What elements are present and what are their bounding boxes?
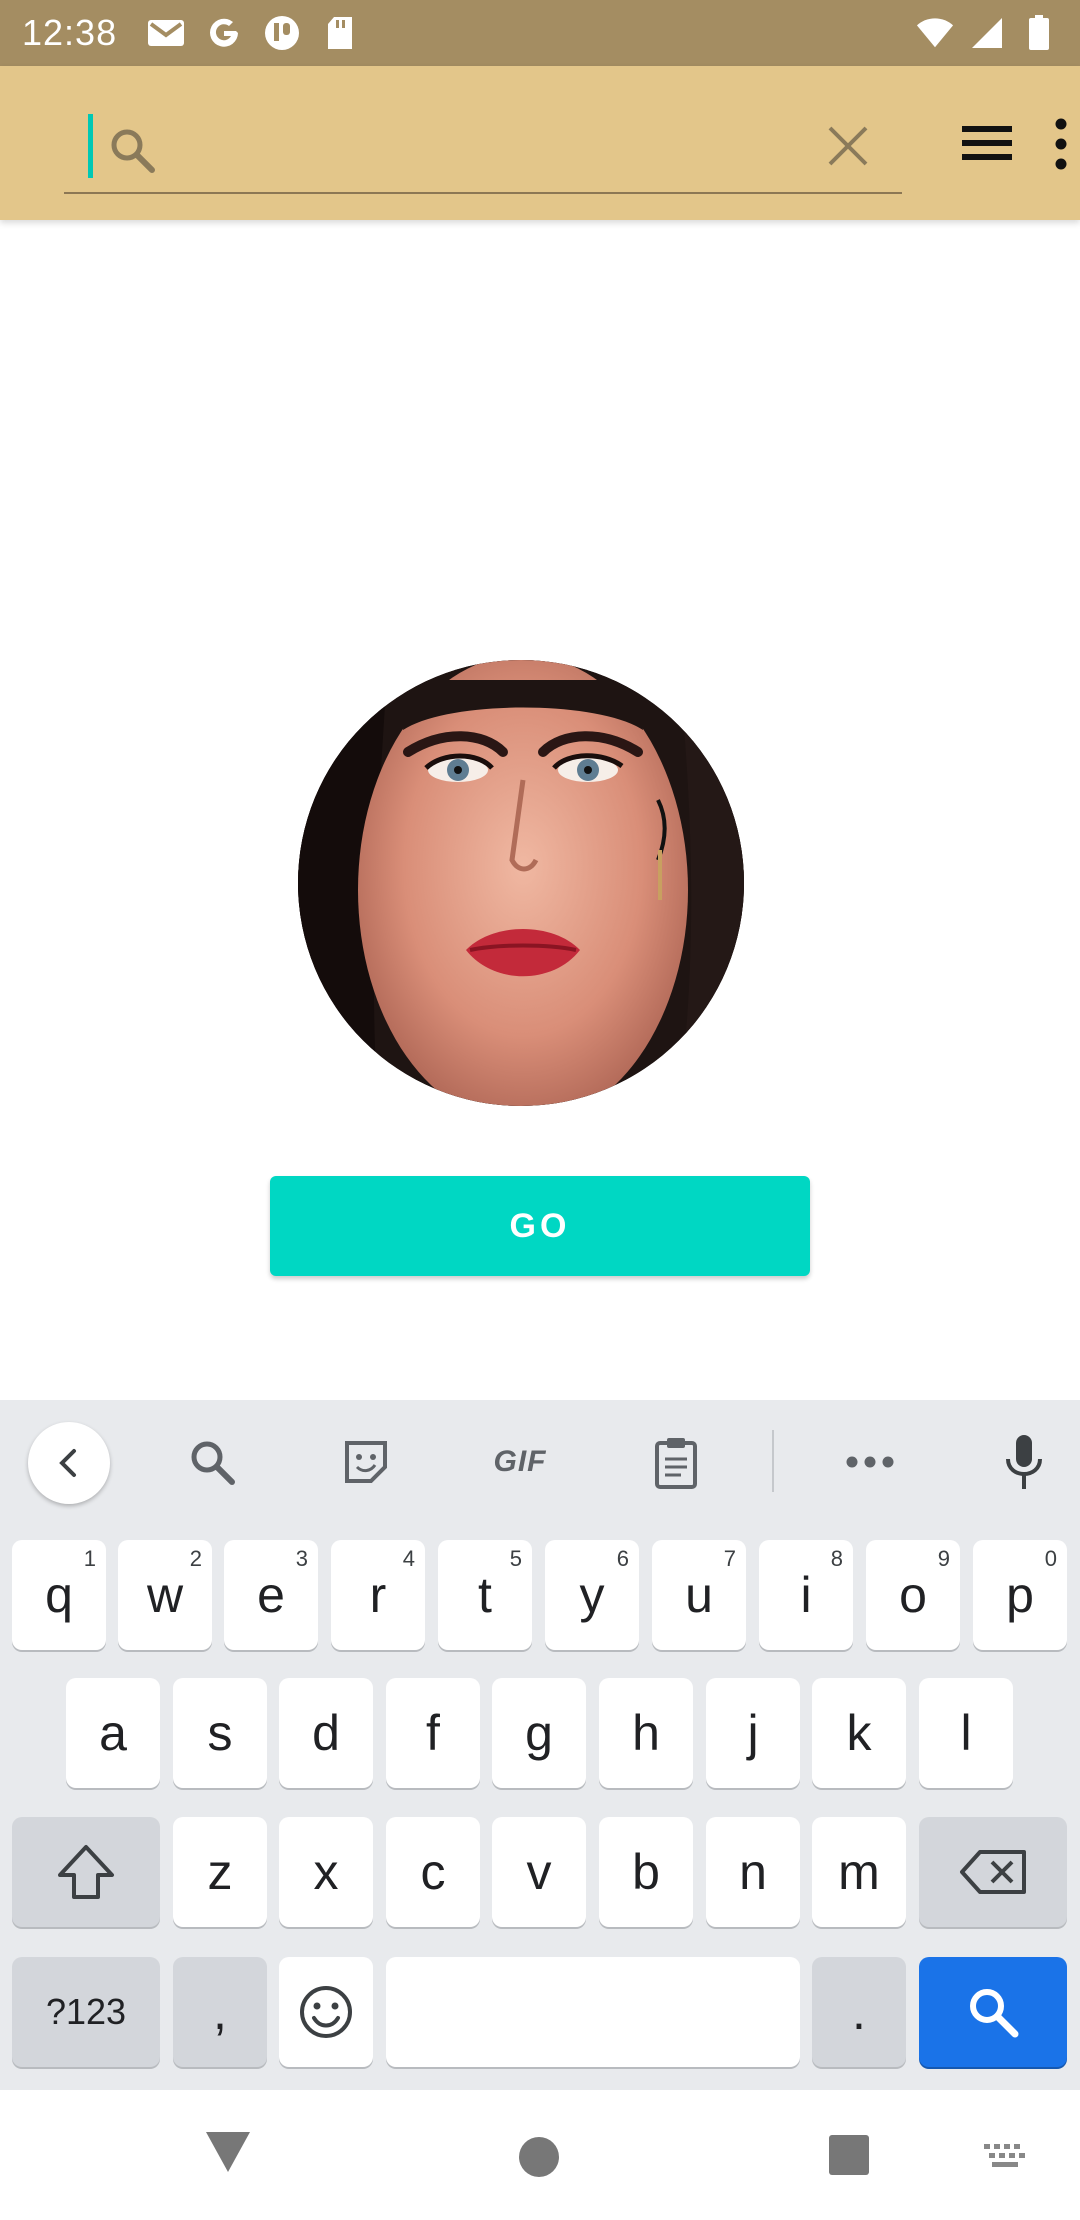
navigation-bar xyxy=(0,2090,1080,2220)
home-nav-icon[interactable] xyxy=(518,2136,560,2178)
space-key[interactable] xyxy=(386,1957,800,2067)
emoji-key[interactable] xyxy=(279,1957,373,2067)
wifi-icon xyxy=(916,15,954,51)
gif-label: GIF xyxy=(493,1445,547,1478)
period-key[interactable]: . xyxy=(812,1957,906,2067)
battery-icon xyxy=(1020,15,1058,51)
mic-icon[interactable] xyxy=(994,1432,1054,1492)
app-icon xyxy=(263,15,301,51)
more-vert-icon[interactable] xyxy=(1048,114,1074,174)
key-d[interactable]: d xyxy=(279,1678,373,1788)
text-cursor xyxy=(88,114,93,178)
profile-photo xyxy=(298,660,744,1106)
more-horiz-icon[interactable] xyxy=(840,1432,900,1492)
gmail-icon xyxy=(147,15,185,51)
clipboard-icon[interactable] xyxy=(646,1432,706,1492)
shift-key[interactable] xyxy=(12,1817,160,1927)
key-v[interactable]: v xyxy=(492,1817,586,1927)
close-icon[interactable] xyxy=(822,120,874,172)
menu-icon[interactable] xyxy=(958,118,1016,168)
key-c[interactable]: c xyxy=(386,1817,480,1927)
key-a[interactable]: a xyxy=(66,1678,160,1788)
search-icon xyxy=(106,124,158,176)
key-f[interactable]: f xyxy=(386,1678,480,1788)
key-g[interactable]: g xyxy=(492,1678,586,1788)
key-r[interactable]: r4 xyxy=(331,1540,425,1650)
signal-icon xyxy=(968,15,1006,51)
backspace-icon xyxy=(960,1850,1026,1894)
key-w[interactable]: w2 xyxy=(118,1540,212,1650)
key-u[interactable]: u7 xyxy=(652,1540,746,1650)
go-button[interactable]: GO xyxy=(270,1176,810,1276)
emoji-icon xyxy=(300,1986,352,2038)
key-o[interactable]: o9 xyxy=(866,1540,960,1650)
search-icon[interactable] xyxy=(182,1432,242,1492)
key-q[interactable]: q1 xyxy=(12,1540,106,1650)
soft-keyboard: GIF q1 w2 e3 r4 t5 y6 u7 i8 o9 p0 a s d … xyxy=(0,1400,1080,2090)
notification-icons xyxy=(147,15,359,51)
app-bar xyxy=(0,66,1080,220)
key-p[interactable]: p0 xyxy=(973,1540,1067,1650)
key-k[interactable]: k xyxy=(812,1678,906,1788)
screen: 12:38 GO GIF q 1 w 2 e 3 r 4 t 5 y 6 u 7… xyxy=(0,0,1080,2220)
system-icons xyxy=(916,15,1058,51)
sd-card-icon xyxy=(321,15,359,51)
comma-key[interactable]: , xyxy=(173,1957,267,2067)
key-t[interactable]: t5 xyxy=(438,1540,532,1650)
key-e[interactable]: e3 xyxy=(224,1540,318,1650)
search-action-key[interactable] xyxy=(919,1957,1067,2067)
key-n[interactable]: n xyxy=(706,1817,800,1927)
keyboard-switch-icon[interactable] xyxy=(982,2142,1028,2170)
back-nav-icon[interactable] xyxy=(204,2130,252,2174)
key-s[interactable]: s xyxy=(173,1678,267,1788)
search-bar[interactable] xyxy=(64,104,902,194)
search-icon xyxy=(970,1989,1019,2038)
key-z[interactable]: z xyxy=(173,1817,267,1927)
key-b[interactable]: b xyxy=(599,1817,693,1927)
keyboard-toolbar: GIF xyxy=(0,1400,1080,1528)
key-y[interactable]: y6 xyxy=(545,1540,639,1650)
google-icon xyxy=(205,15,243,51)
key-m[interactable]: m xyxy=(812,1817,906,1927)
key-i[interactable]: i8 xyxy=(759,1540,853,1650)
key-x[interactable]: x xyxy=(279,1817,373,1927)
backspace-key[interactable] xyxy=(919,1817,1067,1927)
search-input[interactable] xyxy=(168,118,808,180)
recents-nav-icon[interactable] xyxy=(828,2134,870,2176)
key-h[interactable]: h xyxy=(599,1678,693,1788)
symbols-key[interactable]: ?123 xyxy=(12,1957,160,2067)
shift-icon xyxy=(58,1845,114,1899)
back-icon[interactable] xyxy=(28,1422,110,1504)
key-l[interactable]: l xyxy=(919,1678,1013,1788)
key-j[interactable]: j xyxy=(706,1678,800,1788)
status-time: 12:38 xyxy=(22,12,118,53)
gif-button[interactable]: GIF xyxy=(482,1432,558,1492)
sticker-icon[interactable] xyxy=(336,1432,396,1492)
status-bar: 12:38 xyxy=(0,0,1080,66)
toolbar-divider xyxy=(772,1430,774,1492)
